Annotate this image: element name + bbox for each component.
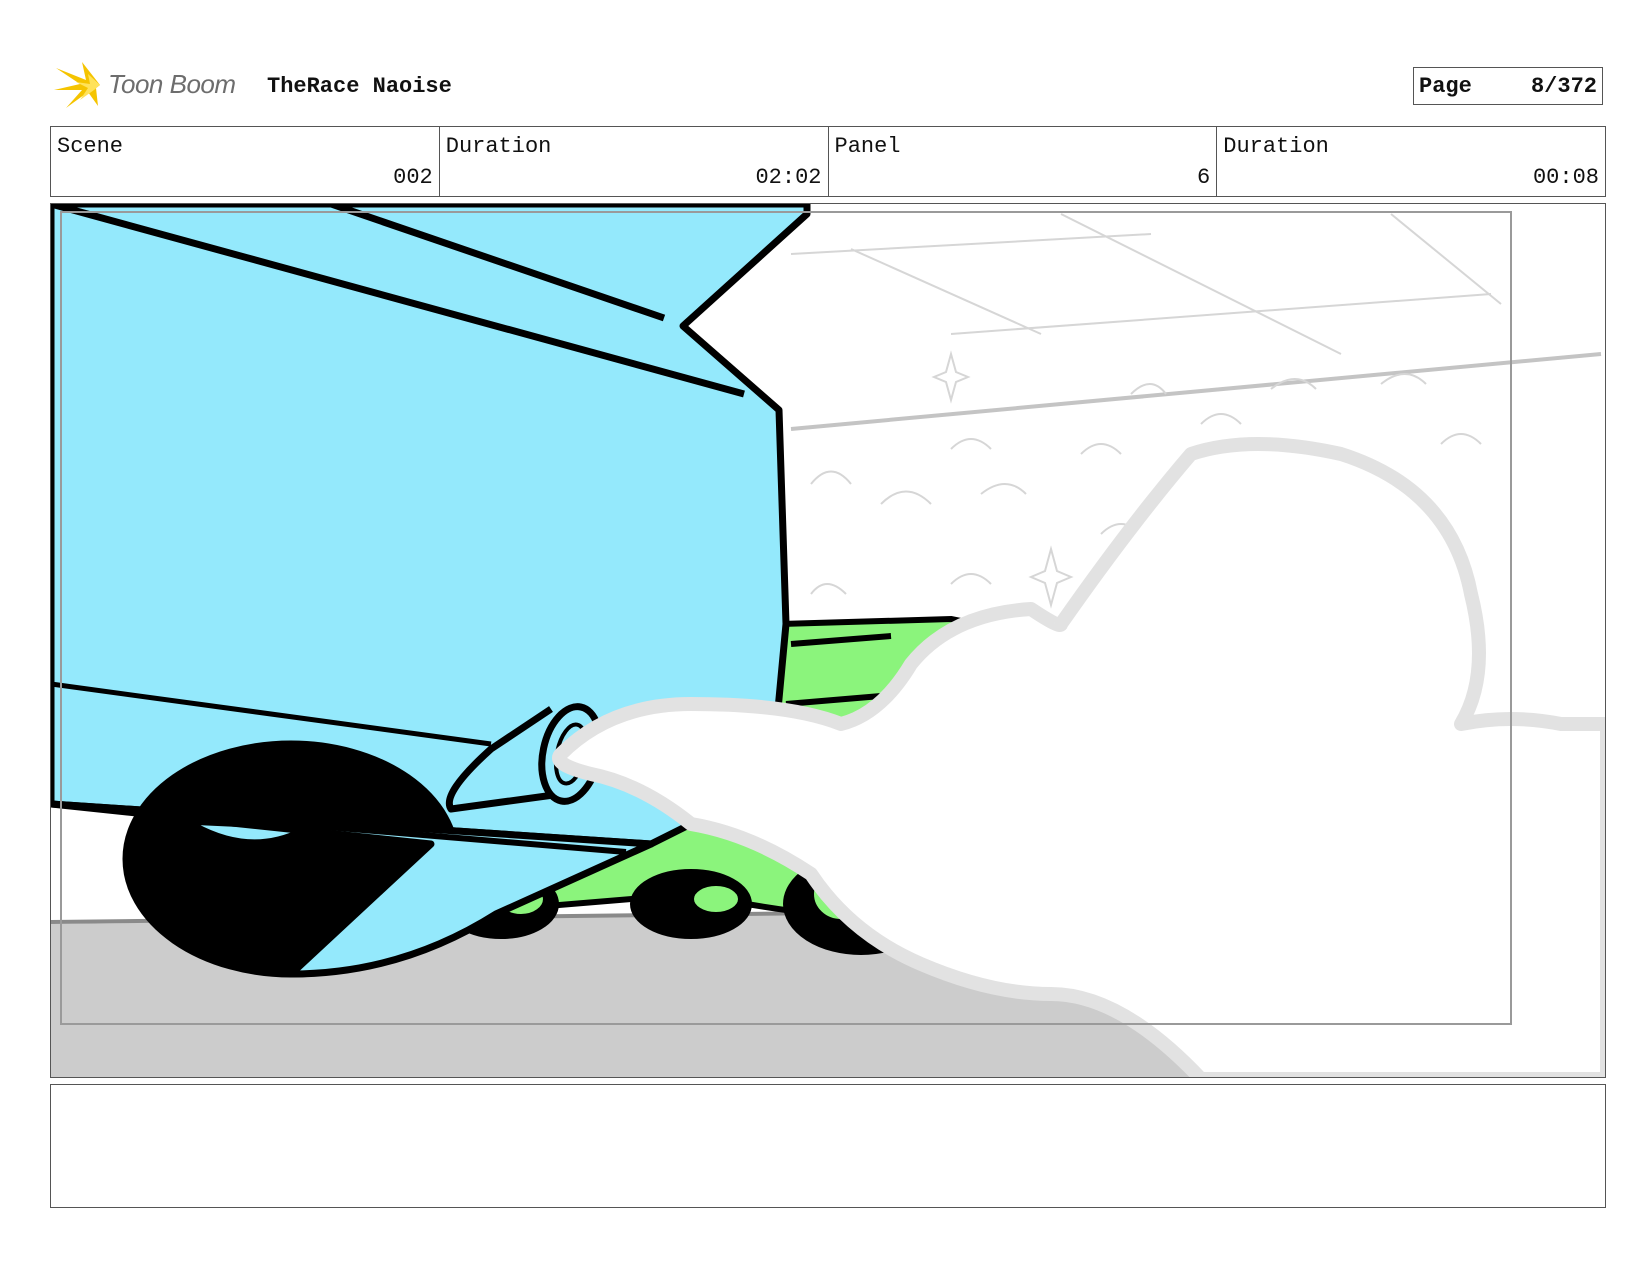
page-indicator: Page 8/372 [1413, 67, 1603, 105]
panel-illustration [51, 204, 1605, 1077]
panel-cell: Panel 6 [829, 127, 1218, 196]
panel-info-table: Scene 002 Duration 02:02 Panel 6 Duratio… [50, 126, 1606, 197]
toon-boom-logo: Toon Boom [52, 60, 252, 110]
logo-text: Toon Boom [108, 69, 236, 99]
scene-label: Scene [57, 134, 124, 159]
scene-value: 002 [393, 165, 433, 190]
panel-duration-label: Duration [1223, 134, 1329, 159]
project-title: TheRace Naoise [267, 74, 452, 99]
panel-duration-cell: Duration 00:08 [1217, 127, 1605, 196]
scene-cell: Scene 002 [51, 127, 440, 196]
storyboard-panel [50, 203, 1606, 1078]
panel-duration-value: 00:08 [1532, 165, 1599, 190]
starburst-icon [54, 62, 100, 108]
panel-value: 6 [1197, 165, 1211, 190]
page-number: 8/372 [1530, 74, 1597, 99]
scene-duration-cell: Duration 02:02 [440, 127, 829, 196]
page-label: Page [1419, 74, 1472, 99]
panel-notes-box [50, 1084, 1606, 1208]
scene-duration-label: Duration [445, 134, 552, 159]
scene-duration-value: 02:02 [755, 165, 822, 190]
panel-label: Panel [834, 134, 901, 159]
storyboard-header: Toon Boom TheRace Naoise [52, 60, 1602, 110]
